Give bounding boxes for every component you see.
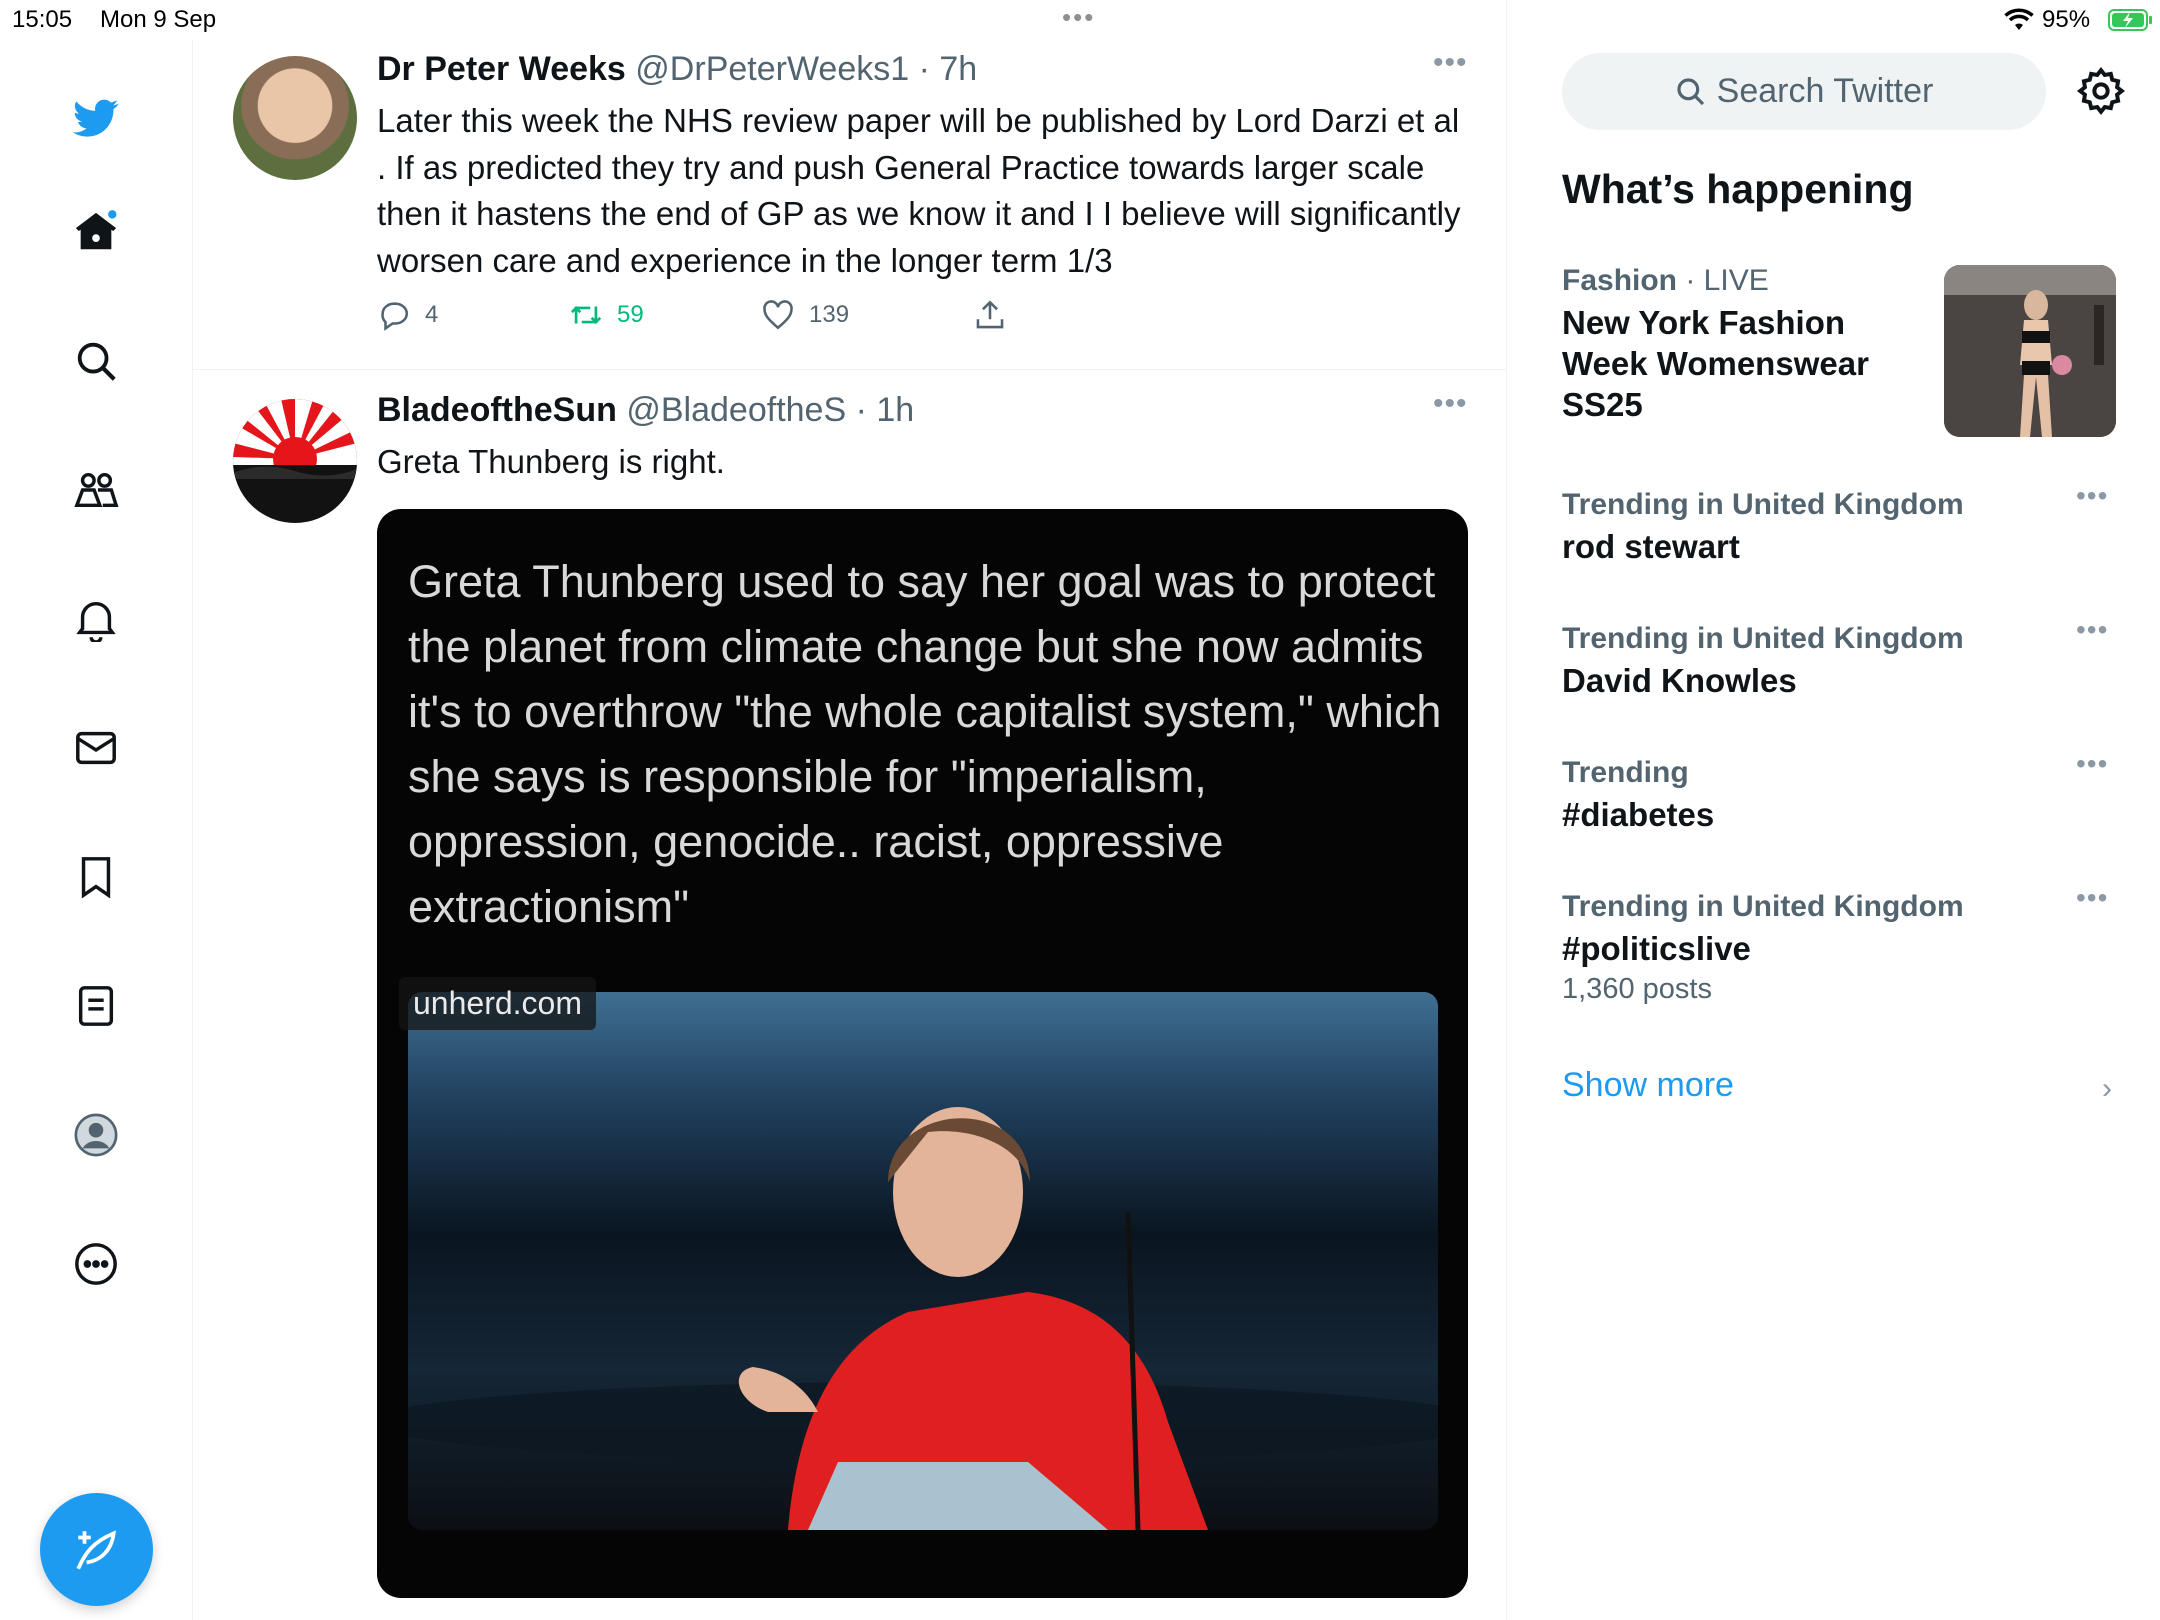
rising-sun-logo — [233, 399, 357, 523]
author-name[interactable]: Dr Peter Weeks — [377, 50, 626, 88]
home-icon[interactable] — [66, 202, 126, 262]
speaker-photo — [408, 1107, 1438, 1530]
like-button[interactable]: 139 — [761, 298, 849, 332]
profile-avatar-icon[interactable] — [66, 1105, 126, 1165]
trend-item[interactable]: Trending in United Kingdom #politicslive… — [1562, 882, 2142, 1006]
trend-title: David Knowles — [1562, 662, 1797, 699]
trend-title: rod stewart — [1562, 528, 1740, 565]
tweet-text: Greta Thunberg is right. — [377, 443, 725, 480]
runway-photo — [1944, 265, 2116, 437]
avatar[interactable] — [233, 399, 357, 523]
avatar[interactable] — [233, 56, 357, 180]
live-badge: · LIVE — [1685, 264, 1769, 297]
trend-item[interactable]: Trending in United Kingdom David Knowles… — [1562, 614, 2142, 701]
messages-envelope-icon[interactable] — [66, 718, 126, 778]
author-handle[interactable]: @BladeoftheS — [626, 391, 846, 429]
trend-post-count: 1,360 posts — [1562, 973, 1712, 1005]
trend-context: Trending in United Kingdom — [1562, 622, 1964, 655]
trend-context: Trending — [1562, 756, 1689, 789]
trend-more-icon[interactable]: ••• — [2076, 882, 2108, 914]
settings-gear-icon[interactable] — [2076, 66, 2126, 116]
show-more-link[interactable]: Show more — [1562, 1066, 1734, 1105]
whats-happening-heading: What’s happening — [1562, 166, 1914, 212]
tweet[interactable]: BladeoftheSun @BladeoftheS · 1h ••• Gret… — [193, 371, 1506, 1620]
status-time: 15:05 — [12, 6, 73, 33]
trend-more-icon[interactable]: ••• — [2076, 748, 2108, 780]
tweet-text: Later this week the NHS review paper wil… — [377, 102, 1461, 279]
trend-context: Trending in United Kingdom — [1562, 488, 1964, 521]
share-button[interactable] — [973, 298, 1021, 332]
media-photo — [408, 992, 1438, 1530]
search-icon[interactable] — [66, 331, 126, 391]
search-input[interactable]: Search Twitter — [1562, 53, 2046, 130]
trend-thumbnail[interactable] — [1944, 265, 2116, 437]
trend-item[interactable]: Trending #diabetes ••• — [1562, 748, 2142, 835]
reply-count: 4 — [425, 301, 439, 328]
heart-icon — [763, 300, 793, 330]
twitter-bird-icon[interactable] — [66, 88, 126, 148]
search-icon — [1677, 77, 1704, 105]
trend-title: #politicslive — [1562, 930, 1751, 967]
compose-tweet-button[interactable] — [40, 1493, 153, 1606]
share-icon — [976, 300, 1004, 329]
trend-title: #diabetes — [1562, 796, 1715, 833]
bookmark-icon[interactable] — [66, 847, 126, 907]
tweet-more-icon[interactable]: ••• — [1433, 46, 1468, 80]
trend-more-icon[interactable]: ••• — [2076, 614, 2108, 646]
timeline: Dr Peter Weeks @DrPeterWeeks1 · 7h ••• L… — [193, 0, 1507, 1620]
trend-context: Trending in United Kingdom — [1562, 890, 1964, 923]
communities-icon[interactable] — [66, 460, 126, 520]
trend-item[interactable]: Trending in United Kingdom rod stewart •… — [1562, 480, 2142, 567]
left-navigation — [0, 40, 193, 1620]
right-sidebar: Search Twitter What’s happening Fashion … — [1508, 0, 2160, 1620]
tweet-time: · 7h — [918, 50, 978, 88]
author-name[interactable]: BladeoftheSun — [377, 391, 617, 429]
retweet-icon — [570, 306, 602, 324]
trend-more-icon[interactable]: ••• — [2076, 480, 2108, 512]
tweet-actions: 4 59 139 — [377, 298, 1277, 338]
tweet[interactable]: Dr Peter Weeks @DrPeterWeeks1 · 7h ••• L… — [193, 40, 1506, 370]
reply-button[interactable]: 4 — [377, 298, 438, 332]
tweet-time: · 1h — [855, 391, 915, 429]
retweet-count: 59 — [617, 301, 644, 328]
tweet-header: Dr Peter Weeks @DrPeterWeeks1 · 7h — [377, 50, 977, 89]
link-source-label[interactable]: unherd.com — [399, 977, 596, 1030]
tweet-more-icon[interactable]: ••• — [1433, 387, 1468, 421]
chevron-right-icon[interactable]: › — [2102, 1072, 2112, 1106]
search-placeholder: Search Twitter — [1716, 72, 1934, 110]
more-circle-icon[interactable] — [66, 1234, 126, 1294]
lists-icon[interactable] — [66, 976, 126, 1036]
notifications-bell-icon[interactable] — [66, 589, 126, 649]
retweet-button[interactable]: 59 — [569, 298, 644, 332]
tweet-media-image[interactable]: Greta Thunberg used to say her goal was … — [377, 509, 1468, 1598]
author-handle[interactable]: @DrPeterWeeks1 — [635, 50, 909, 88]
compose-feather-icon — [76, 1529, 116, 1569]
trend-category: Fashion — [1562, 264, 1678, 297]
media-quote-text: Greta Thunberg used to say her goal was … — [408, 556, 1442, 932]
trend-title: New York Fashion Week Womenswear SS25 — [1562, 304, 1869, 423]
reply-icon — [381, 302, 408, 331]
like-count: 139 — [809, 301, 850, 328]
tweet-header: BladeoftheSun @BladeoftheS · 1h — [377, 391, 914, 430]
